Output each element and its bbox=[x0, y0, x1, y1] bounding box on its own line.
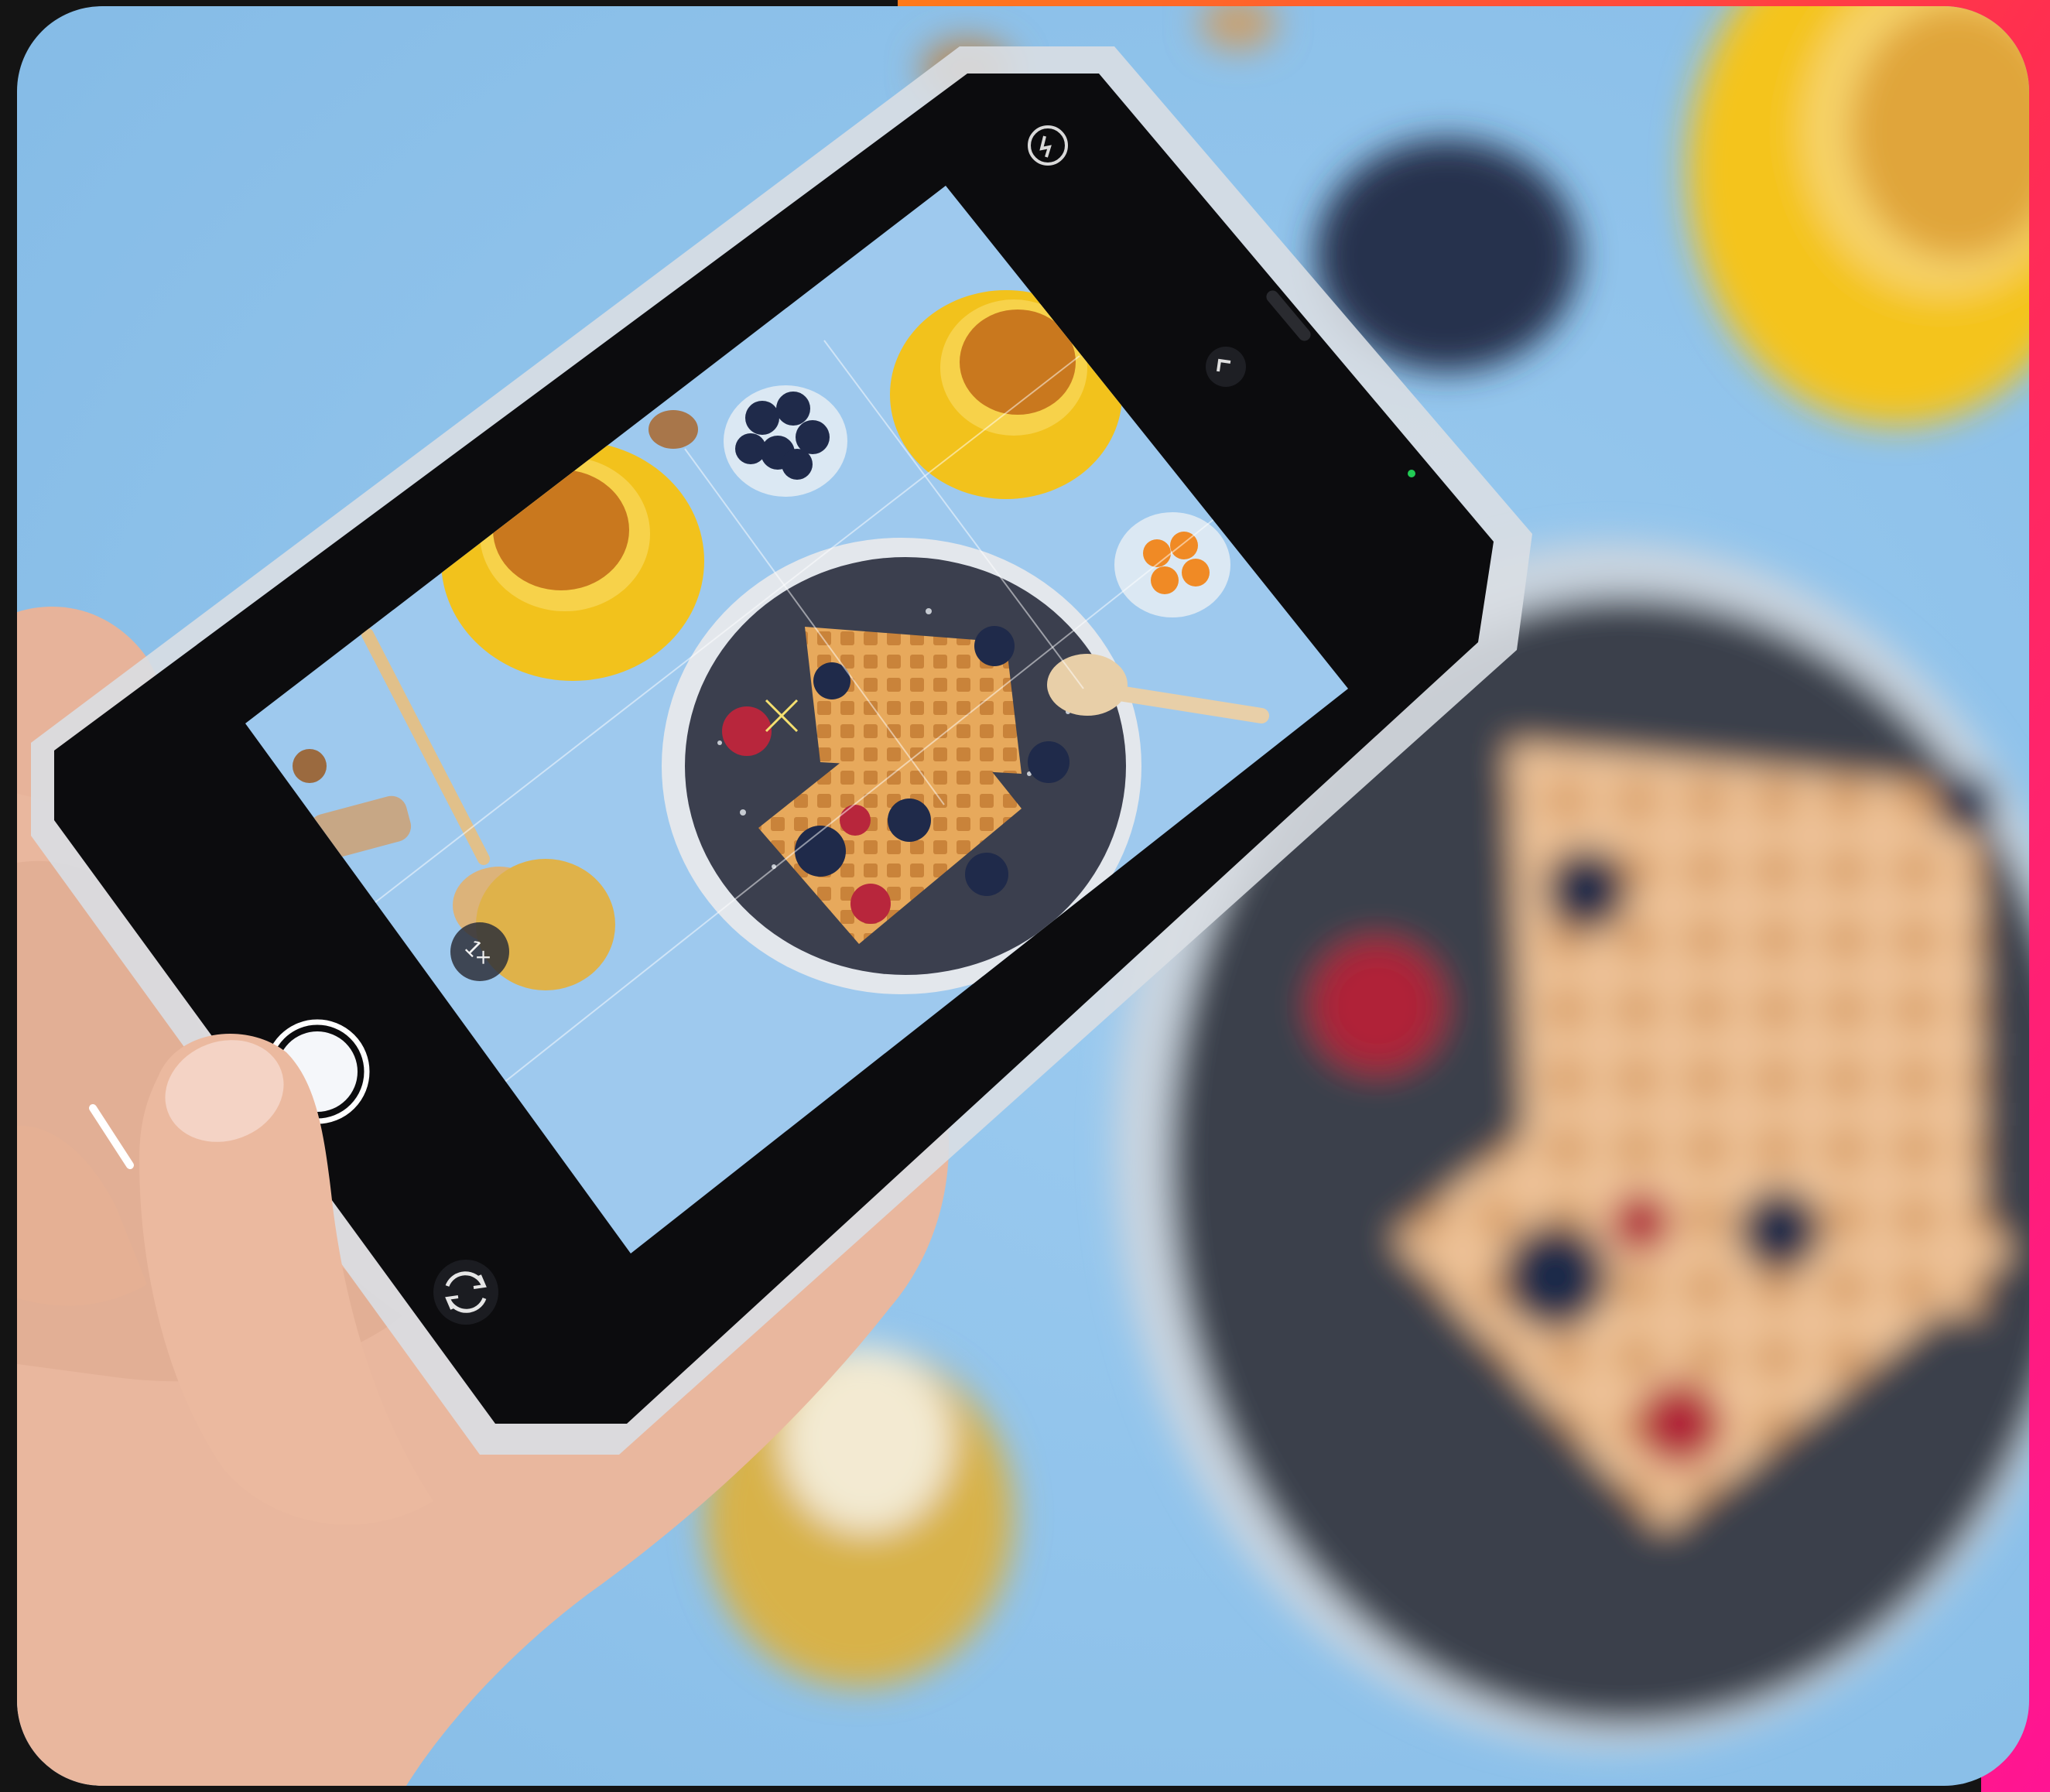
chevron-icon[interactable] bbox=[1206, 347, 1246, 387]
switch-camera-icon[interactable] bbox=[433, 1260, 498, 1325]
breakfast-photo: 1× bbox=[17, 0, 2050, 1792]
zoom-button[interactable]: 1× bbox=[450, 922, 509, 981]
photo-stage: 1× bbox=[0, 0, 2050, 1792]
